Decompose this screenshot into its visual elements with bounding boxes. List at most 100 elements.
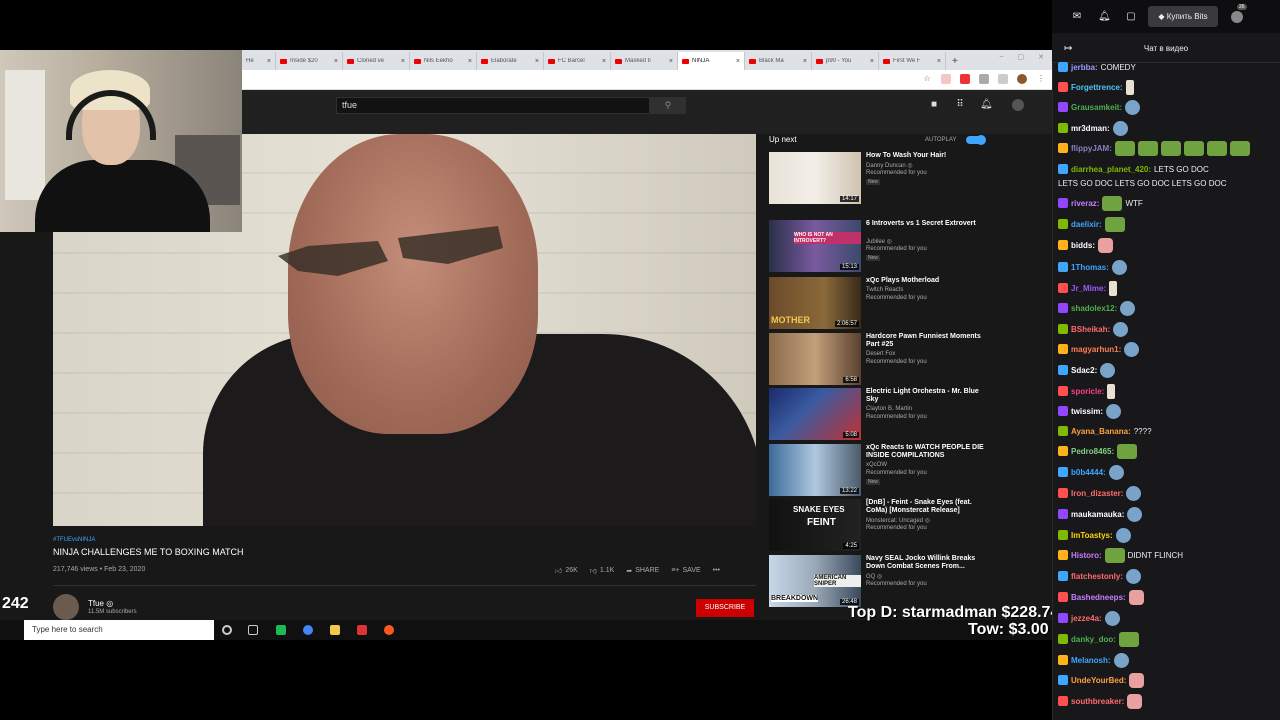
recommended-video[interactable]: 13:22 xQc Reacts to WATCH PEOPLE DIE INSI… (769, 444, 999, 496)
taskbar-search-input[interactable]: Type here to search (24, 620, 214, 640)
notifications-bell-icon[interactable]: 🔔︎ (980, 99, 993, 111)
subscriber-badge-icon[interactable] (1058, 675, 1068, 685)
close-tab-icon[interactable]: × (535, 58, 539, 65)
recommended-video-title[interactable]: xQc Plays Motherload (866, 277, 986, 285)
subscriber-badge-icon[interactable] (1058, 406, 1068, 416)
chat-username[interactable]: b0b4444: (1071, 468, 1106, 477)
browser-tab[interactable]: Nils Eekho × (410, 52, 477, 70)
recommended-video[interactable]: 6:58 Hardcore Pawn Funniest Moments Part … (769, 333, 999, 385)
subscriber-badge-icon[interactable] (1058, 696, 1068, 706)
chat-username[interactable]: shadolex12: (1071, 304, 1117, 313)
browser-tab[interactable]: Black Ma × (745, 52, 812, 70)
subscriber-badge-icon[interactable] (1058, 62, 1068, 72)
video-thumbnail[interactable]: 6:58 (769, 333, 861, 385)
inbox-icon[interactable]: ✉ (1071, 11, 1083, 23)
chat-username[interactable]: maukamauka: (1071, 510, 1124, 519)
extension-icon[interactable] (979, 74, 989, 84)
extension-icon[interactable] (998, 74, 1008, 84)
recommended-video[interactable]: SNAKE EYES FEINT 4:25 [DnB] - Feint - Snake… (769, 499, 999, 551)
recommended-video[interactable]: MOTHER 2:06:57 xQc Plays Motherload Twitch … (769, 277, 999, 329)
subscriber-badge-icon[interactable] (1058, 592, 1068, 602)
chat-username[interactable]: Bashedneeps: (1071, 593, 1126, 602)
subscriber-badge-icon[interactable] (1058, 386, 1068, 396)
recommended-video-channel[interactable]: Jubilee ◎ (866, 238, 892, 245)
create-video-icon[interactable]: ■ (928, 99, 940, 111)
recommended-video-title[interactable]: Electric Light Orchestra - Mr. Blue Sky (866, 388, 986, 404)
chat-username[interactable]: diarrhea_planet_420: (1071, 165, 1151, 174)
recommended-video-title[interactable]: Hardcore Pawn Funniest Moments Part #25 (866, 333, 986, 349)
recommended-video-channel[interactable]: Danny Duncan ◎ (866, 162, 913, 169)
close-tab-icon[interactable]: × (870, 58, 874, 65)
subscriber-badge-icon[interactable] (1058, 283, 1068, 293)
close-tab-icon[interactable]: × (803, 58, 807, 65)
subscriber-badge-icon[interactable] (1058, 634, 1068, 644)
save-button[interactable]: ≡+ SAVE (671, 567, 700, 574)
extension-icon[interactable] (941, 74, 951, 84)
app-icon[interactable] (384, 625, 394, 635)
chat-username[interactable]: Melanosh: (1071, 656, 1111, 665)
account-avatar[interactable] (1012, 99, 1024, 111)
subscriber-badge-icon[interactable] (1058, 365, 1068, 375)
chat-username[interactable]: jerbba: (1071, 63, 1098, 72)
chat-username[interactable]: Iron_dizaster: (1071, 489, 1123, 498)
subscriber-badge-icon[interactable] (1058, 509, 1068, 519)
chat-username[interactable]: 1Thomas: (1071, 263, 1109, 272)
subscriber-badge-icon[interactable] (1058, 198, 1068, 208)
subscriber-badge-icon[interactable] (1058, 123, 1068, 133)
subscriber-badge-icon[interactable] (1058, 303, 1068, 313)
recommended-video-channel[interactable]: Desert Fox (866, 351, 895, 357)
recommended-video[interactable]: AMERICAN SNIPER BREAKDOWN 26:48 Navy SEAL J… (769, 555, 999, 607)
get-bits-button[interactable]: ◆ Купить Bits (1148, 6, 1218, 27)
channel-avatar[interactable] (53, 594, 79, 620)
subscriber-badge-icon[interactable] (1058, 571, 1068, 581)
subscriber-badge-icon[interactable] (1058, 262, 1068, 272)
subscriber-badge-icon[interactable] (1058, 102, 1068, 112)
recommended-video-channel[interactable]: xQcOW (866, 462, 887, 468)
recommended-video-channel[interactable]: GQ ◎ (866, 573, 882, 580)
extension-icon[interactable] (960, 74, 970, 84)
subscriber-badge-icon[interactable] (1058, 550, 1068, 560)
chat-username[interactable]: mr3dman: (1071, 124, 1110, 133)
recommended-video[interactable]: 5:08 Electric Light Orchestra - Mr. Blue … (769, 388, 999, 440)
app-icon[interactable] (357, 625, 367, 635)
browser-tab[interactable]: NINJA × (678, 52, 745, 70)
chat-username[interactable]: southbreaker: (1071, 697, 1124, 706)
close-tab-icon[interactable]: × (669, 58, 673, 65)
apps-grid-icon[interactable]: ⠿ (954, 99, 966, 111)
chat-username[interactable]: bidds: (1071, 241, 1095, 250)
chat-username[interactable]: BSheikah: (1071, 325, 1110, 334)
chat-username[interactable]: Pedro8465: (1071, 447, 1114, 456)
chrome-icon[interactable] (303, 625, 313, 635)
chat-username[interactable]: UndeYourBed: (1071, 676, 1126, 685)
video-thumbnail[interactable]: MOTHER 2:06:57 (769, 277, 861, 329)
chat-username[interactable]: magyarhun1: (1071, 345, 1121, 354)
chat-username[interactable]: daelixir: (1071, 220, 1102, 229)
search-input[interactable]: tfue (336, 97, 650, 114)
subscriber-badge-icon[interactable] (1058, 613, 1068, 623)
chat-username[interactable]: flippyJAM: (1071, 144, 1112, 153)
browser-tab[interactable]: FC Barcel × (544, 52, 611, 70)
video-thumbnail[interactable]: 5:08 (769, 388, 861, 440)
subscriber-badge-icon[interactable] (1058, 219, 1068, 229)
video-thumbnail[interactable]: WHO IS NOT AN INTROVERT? 15:13 (769, 220, 861, 272)
like-button[interactable]: 👍︎ 26K (555, 566, 578, 575)
close-tab-icon[interactable]: × (401, 58, 405, 65)
dislike-button[interactable]: 👎︎ 1.1K (590, 566, 615, 575)
close-tab-icon[interactable]: × (937, 58, 941, 65)
recommended-video-title[interactable]: Navy SEAL Jocko Willink Breaks Down Comb… (866, 555, 986, 571)
notifications-bell-icon[interactable]: 🔔︎ (1098, 11, 1111, 23)
recommended-video[interactable]: 14:17 How To Wash Your Hair! Danny Duncan … (769, 152, 999, 204)
chat-username[interactable]: danky_doo: (1071, 635, 1116, 644)
recommended-video-channel[interactable]: Monstercat: Uncaged ◎ (866, 517, 930, 524)
close-tab-icon[interactable]: × (267, 58, 271, 65)
recommended-video[interactable]: WHO IS NOT AN INTROVERT? 15:13 6 Introvert… (769, 220, 999, 272)
browser-tab[interactable]: Inside $20 × (276, 52, 343, 70)
subscriber-badge-icon[interactable] (1058, 488, 1068, 498)
video-thumbnail[interactable]: 13:22 (769, 444, 861, 496)
chat-username[interactable]: Ayana_Banana: (1071, 427, 1131, 436)
chat-username[interactable]: Sdac2: (1071, 366, 1097, 375)
video-thumbnail[interactable]: AMERICAN SNIPER BREAKDOWN 26:48 (769, 555, 861, 607)
new-tab-button[interactable]: + (946, 52, 964, 70)
subscriber-badge-icon[interactable] (1058, 530, 1068, 540)
recommended-video-channel[interactable]: Twitch Reacts (866, 287, 903, 293)
